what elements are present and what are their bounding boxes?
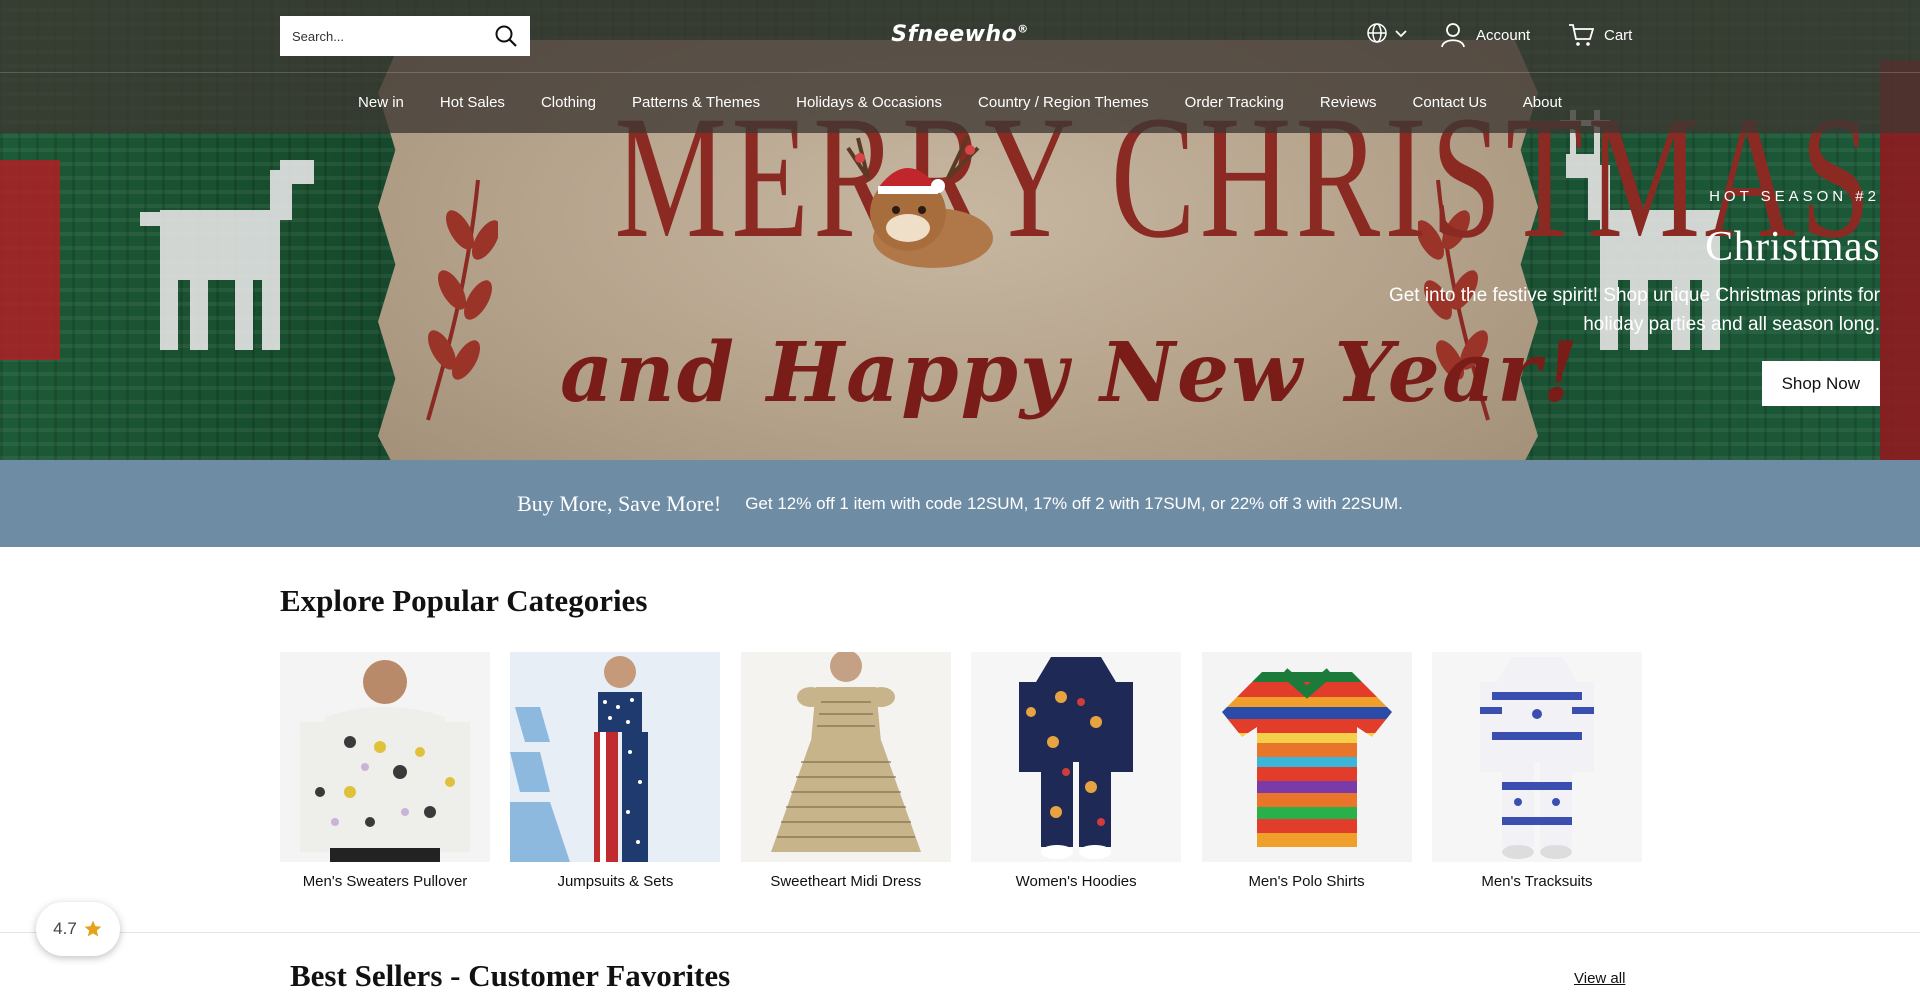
promo-text: Get 12% off 1 item with code 12SUM, 17% …	[745, 493, 1403, 513]
nav-item-holidays-occasions[interactable]: Holidays & Occasions	[778, 94, 960, 111]
category-card[interactable]: Men's Sweaters Pullover	[280, 652, 490, 890]
account-link[interactable]: Account	[1440, 22, 1530, 48]
site-header: Sfneewho® Account Cart New in Hot Sales …	[0, 0, 1920, 133]
category-label[interactable]: Men's Polo Shirts	[1202, 873, 1412, 890]
hero-title: Christmas	[1705, 224, 1880, 270]
account-label: Account	[1476, 26, 1531, 44]
category-card[interactable]: Jumpsuits & Sets	[510, 652, 721, 890]
nav-item-country-region-themes[interactable]: Country / Region Themes	[960, 94, 1167, 111]
category-label[interactable]: Men's Tracksuits	[1432, 873, 1642, 890]
corgi-hoodie-set-image[interactable]	[971, 652, 1182, 862]
categories-title: Explore Popular Categories	[280, 583, 648, 618]
nav-item-about[interactable]: About	[1505, 94, 1580, 111]
constitution-dress-image[interactable]	[740, 652, 951, 862]
category-card[interactable]: Men's Tracksuits	[1431, 652, 1642, 890]
language-selector[interactable]	[1366, 22, 1408, 44]
cart-link[interactable]: Cart	[1568, 22, 1632, 48]
hero-copy: HOT SEASON #2 Christmas Get into the fes…	[1360, 188, 1880, 406]
category-card[interactable]: Sweetheart Midi Dress	[740, 652, 951, 890]
floral-sweater-image[interactable]	[280, 652, 490, 862]
holly-branch-left-icon	[426, 179, 498, 421]
search-input[interactable]	[292, 28, 494, 44]
globe-icon	[1367, 23, 1387, 43]
category-card[interactable]: Women's Hoodies	[971, 652, 1182, 890]
banner-happy-new-year: and Happy New Year!	[560, 325, 1581, 421]
star-icon	[84, 920, 102, 937]
site-logo[interactable]: Sfneewho®	[860, 22, 1060, 47]
category-card[interactable]: Men's Polo Shirts	[1201, 652, 1412, 890]
category-label[interactable]: Sweetheart Midi Dress	[741, 873, 951, 890]
hero-eyebrow: HOT SEASON #2	[1709, 188, 1880, 205]
shop-now-button[interactable]: Shop Now	[1761, 361, 1880, 406]
rating-widget[interactable]: 4.7	[36, 902, 120, 956]
nav-item-clothing[interactable]: Clothing	[523, 94, 614, 111]
hero-description: Get into the festive spirit! Shop unique…	[1388, 285, 1880, 335]
nav-item-contact-us[interactable]: Contact Us	[1395, 94, 1505, 111]
main-navigation: New in Hot Sales Clothing Patterns & The…	[0, 72, 1920, 133]
category-label[interactable]: Men's Sweaters Pullover	[280, 873, 490, 890]
search-bar[interactable]	[280, 16, 530, 56]
section-divider	[0, 932, 1920, 933]
cart-label: Cart	[1604, 26, 1633, 44]
nav-item-patterns-themes[interactable]: Patterns & Themes	[614, 94, 778, 111]
view-all-link[interactable]: View all	[1574, 970, 1625, 987]
best-sellers-title: Best Sellers - Customer Favorites	[290, 958, 731, 993]
category-label[interactable]: Women's Hoodies	[971, 873, 1181, 890]
category-list: Men's Sweaters Pullover Jumpsuits & Sets…	[280, 652, 1642, 890]
nav-item-order-tracking[interactable]: Order Tracking	[1167, 94, 1302, 111]
logo-text: Sfneewho	[891, 22, 1018, 47]
promo-title: Buy More, Save More!	[517, 490, 722, 516]
chevron-down-icon	[1395, 30, 1407, 38]
reindeer-left-icon	[140, 160, 314, 350]
serape-polo-image[interactable]	[1201, 652, 1412, 862]
cart-icon	[1569, 24, 1594, 46]
search-icon[interactable]	[494, 24, 518, 48]
nav-item-new-in[interactable]: New in	[340, 94, 422, 111]
reindeer-fawn-icon	[846, 135, 993, 268]
flag-jumpsuit-image[interactable]	[510, 652, 721, 862]
account-icon	[1441, 23, 1465, 48]
nav-item-hot-sales[interactable]: Hot Sales	[422, 94, 523, 111]
nav-item-reviews[interactable]: Reviews	[1302, 94, 1395, 111]
promo-bar: Buy More, Save More! Get 12% off 1 item …	[0, 460, 1920, 547]
star-tracksuit-image[interactable]	[1431, 652, 1642, 862]
knit-pattern-red-left	[0, 160, 60, 360]
registered-mark: ®	[1017, 22, 1029, 36]
category-label[interactable]: Jumpsuits & Sets	[510, 873, 720, 890]
rating-score: 4.7	[53, 919, 77, 938]
